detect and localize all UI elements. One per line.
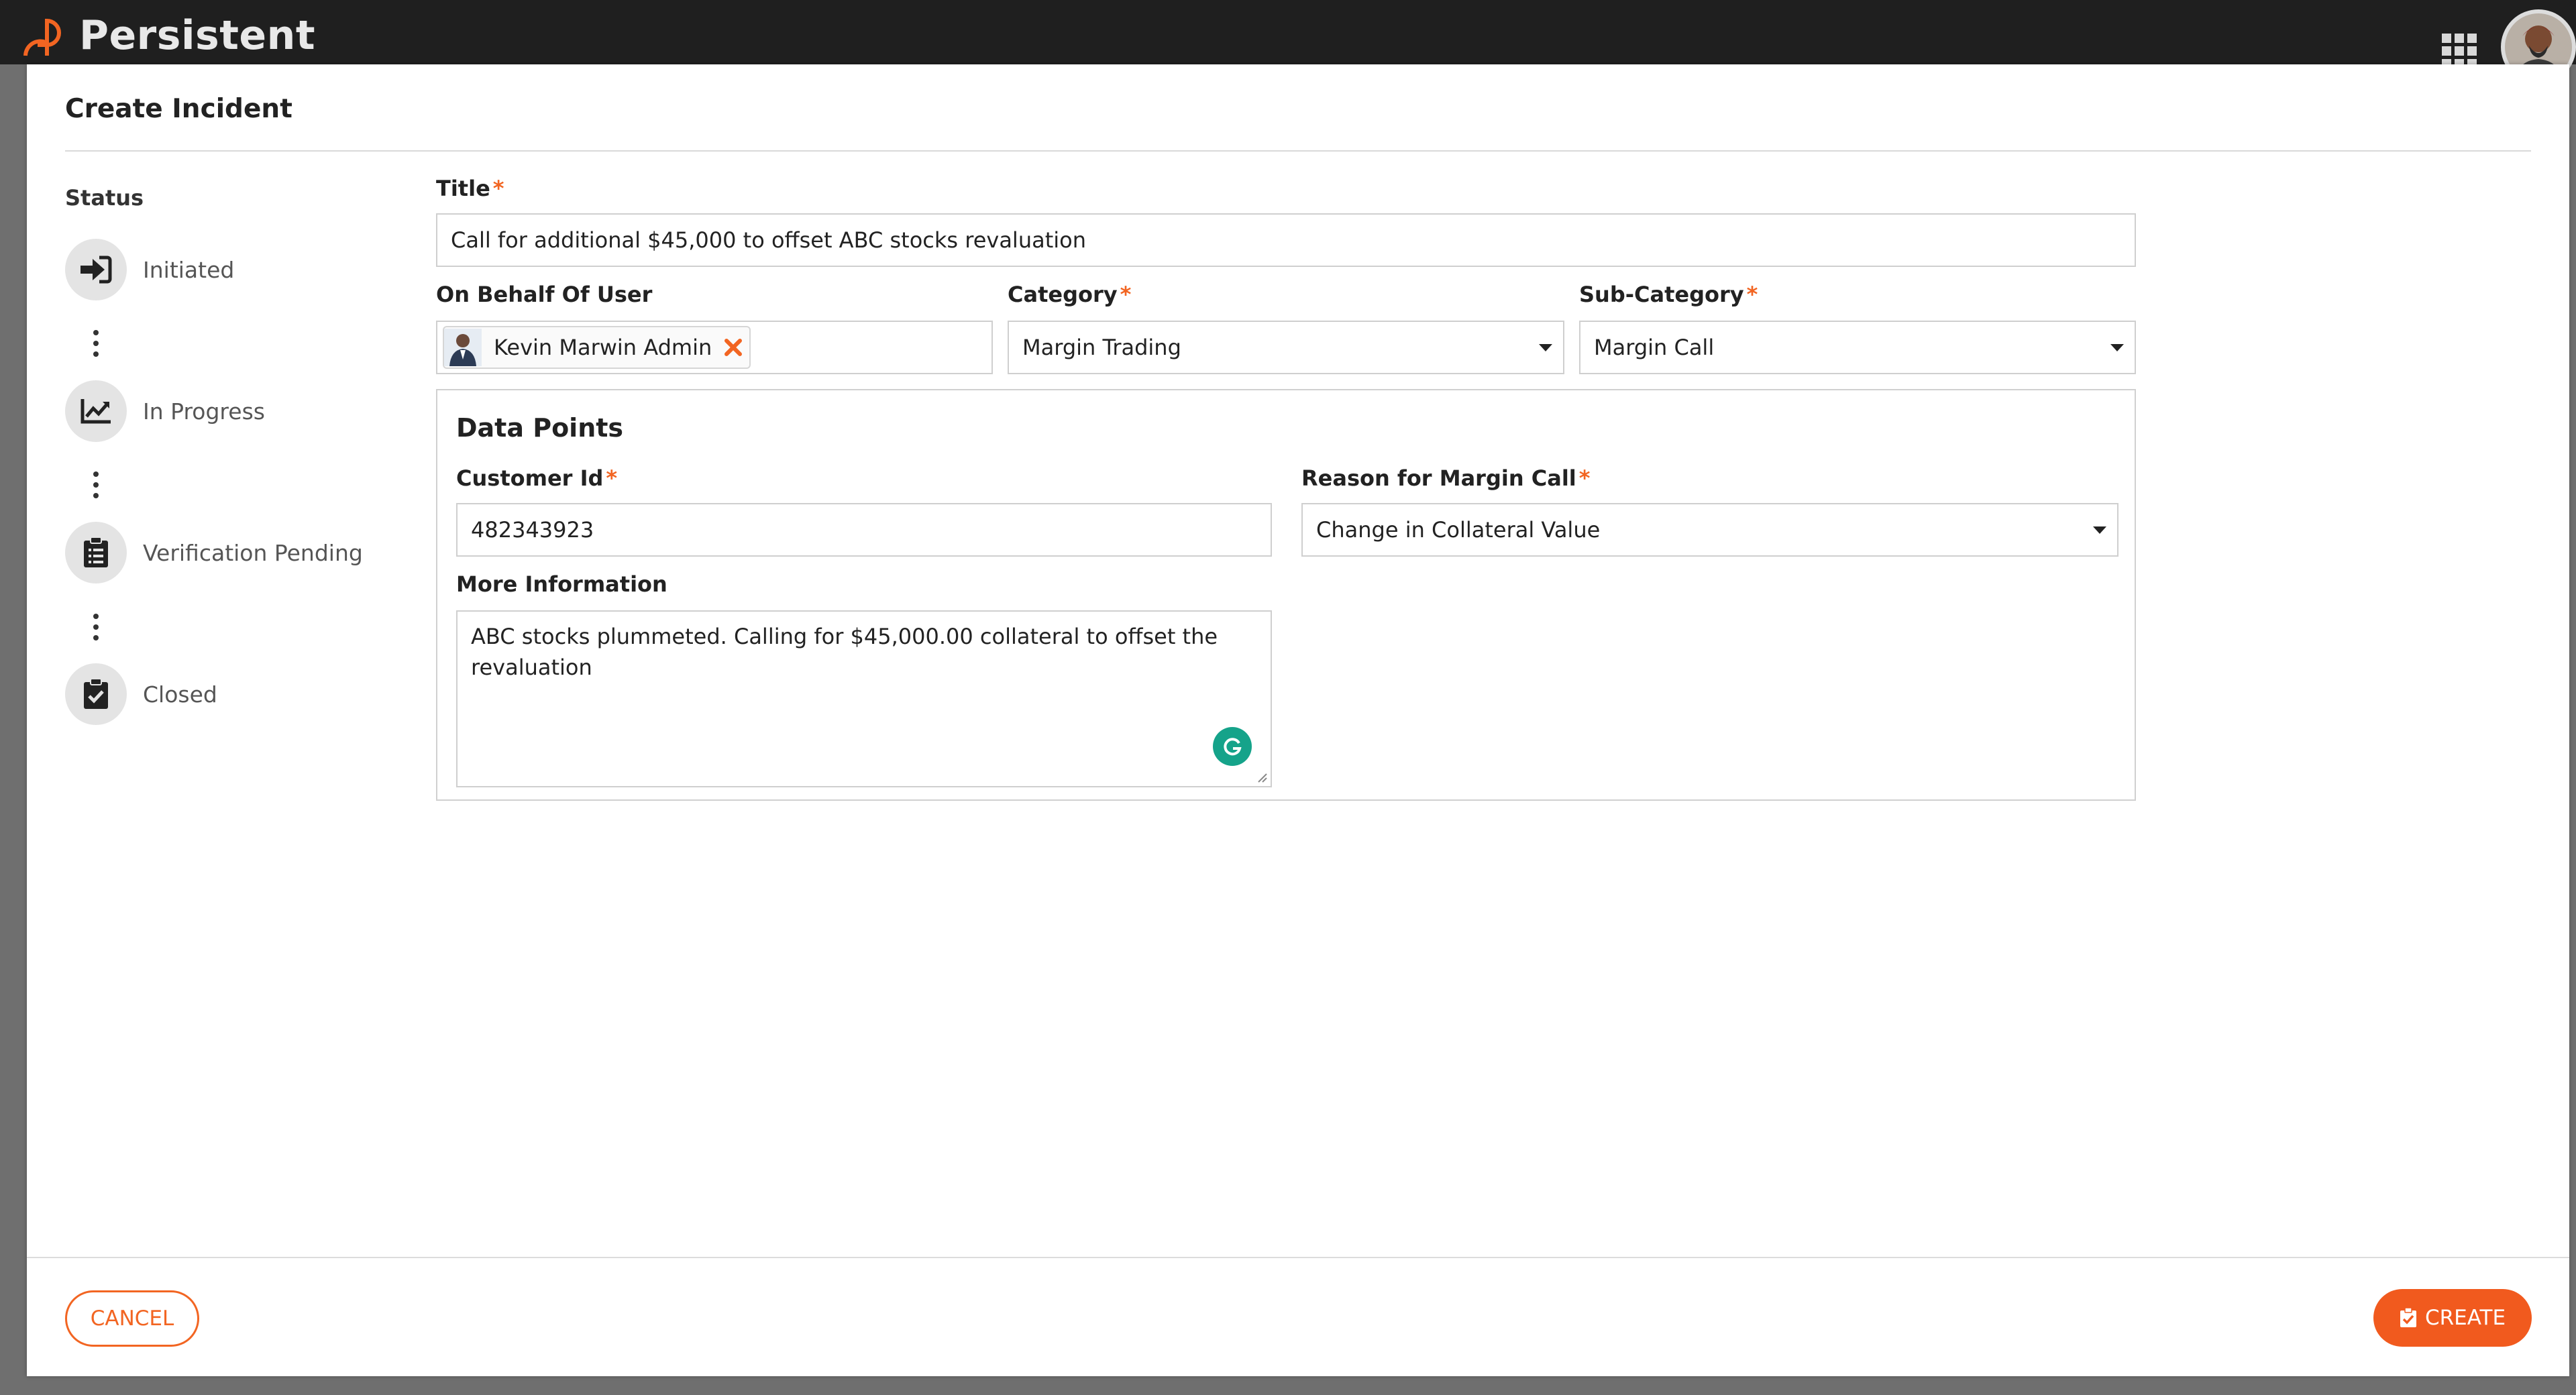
user-photo-icon — [444, 329, 482, 366]
create-label: CREATE — [2424, 1306, 2506, 1330]
step-label: Verification Pending — [143, 539, 363, 566]
category-select[interactable]: Margin Trading — [1008, 321, 1564, 374]
brand-logo[interactable]: Persistent — [20, 7, 315, 64]
reason-label: Reason for Margin Call * — [1301, 465, 1591, 491]
app-header: Persistent — [0, 0, 2576, 85]
clipboard-check-icon — [84, 678, 108, 709]
step-circle — [65, 239, 127, 300]
customer-id-label: Customer Id * — [456, 465, 618, 491]
chip-avatar — [444, 329, 482, 366]
title-label: Title * — [436, 176, 504, 201]
remove-chip-icon[interactable] — [724, 338, 743, 357]
chevron-down-icon — [1539, 344, 1552, 351]
clipboard-check-icon — [2400, 1308, 2416, 1327]
on-behalf-label: On Behalf Of User — [436, 282, 653, 307]
status-heading: Status — [65, 185, 144, 211]
grammarly-icon[interactable] — [1213, 727, 1252, 766]
status-step-in-progress: In Progress — [65, 380, 265, 442]
step-label: Initiated — [143, 256, 235, 283]
chart-line-icon — [80, 399, 111, 424]
step-connector-dots — [93, 471, 99, 498]
sub-category-select[interactable]: Margin Call — [1579, 321, 2136, 374]
chevron-down-icon — [2110, 344, 2124, 351]
step-label: In Progress — [143, 398, 265, 425]
modal-title: Create Incident — [65, 94, 292, 124]
more-info-label: More Information — [456, 571, 667, 597]
on-behalf-user-input[interactable]: Kevin Marwin Admin — [436, 321, 993, 374]
more-info-textarea[interactable]: ABC stocks plummeted. Calling for $45,00… — [456, 610, 1272, 787]
step-label: Closed — [143, 681, 217, 708]
brand-name: Persistent — [79, 12, 316, 59]
persistent-logo-icon — [23, 18, 61, 56]
chip-label: Kevin Marwin Admin — [494, 335, 712, 360]
create-button[interactable]: CREATE — [2373, 1289, 2532, 1347]
status-step-verification-pending: Verification Pending — [65, 522, 363, 583]
data-points-panel: Data Points Customer Id * 482343923 Reaso… — [436, 389, 2136, 801]
customer-id-input[interactable]: 482343923 — [456, 503, 1272, 557]
resize-handle-icon[interactable] — [1256, 771, 1268, 783]
category-label: Category * — [1008, 282, 1132, 307]
title-divider — [65, 150, 2531, 152]
sub-category-label: Sub-Category * — [1579, 282, 1758, 307]
apps-grid-icon[interactable] — [2442, 34, 2477, 68]
step-circle — [65, 380, 127, 442]
sign-in-icon — [80, 256, 112, 284]
create-incident-modal: Create Incident Status Initiated In Prog… — [27, 64, 2569, 1376]
title-input[interactable]: Call for additional $45,000 to offset AB… — [436, 213, 2136, 267]
clipboard-list-icon — [84, 537, 108, 567]
status-step-closed: Closed — [65, 663, 217, 725]
chevron-down-icon — [2093, 526, 2106, 534]
step-circle — [65, 522, 127, 583]
footer-divider — [27, 1257, 2569, 1258]
step-connector-dots — [93, 614, 99, 640]
step-connector-dots — [93, 330, 99, 357]
step-circle — [65, 663, 127, 725]
reason-select[interactable]: Change in Collateral Value — [1301, 503, 2118, 557]
status-step-initiated: Initiated — [65, 239, 234, 300]
grammarly-g-glyph — [1224, 738, 1242, 756]
user-chip[interactable]: Kevin Marwin Admin — [443, 326, 751, 369]
cancel-button[interactable]: CANCEL — [65, 1290, 199, 1347]
data-points-title: Data Points — [456, 413, 624, 443]
